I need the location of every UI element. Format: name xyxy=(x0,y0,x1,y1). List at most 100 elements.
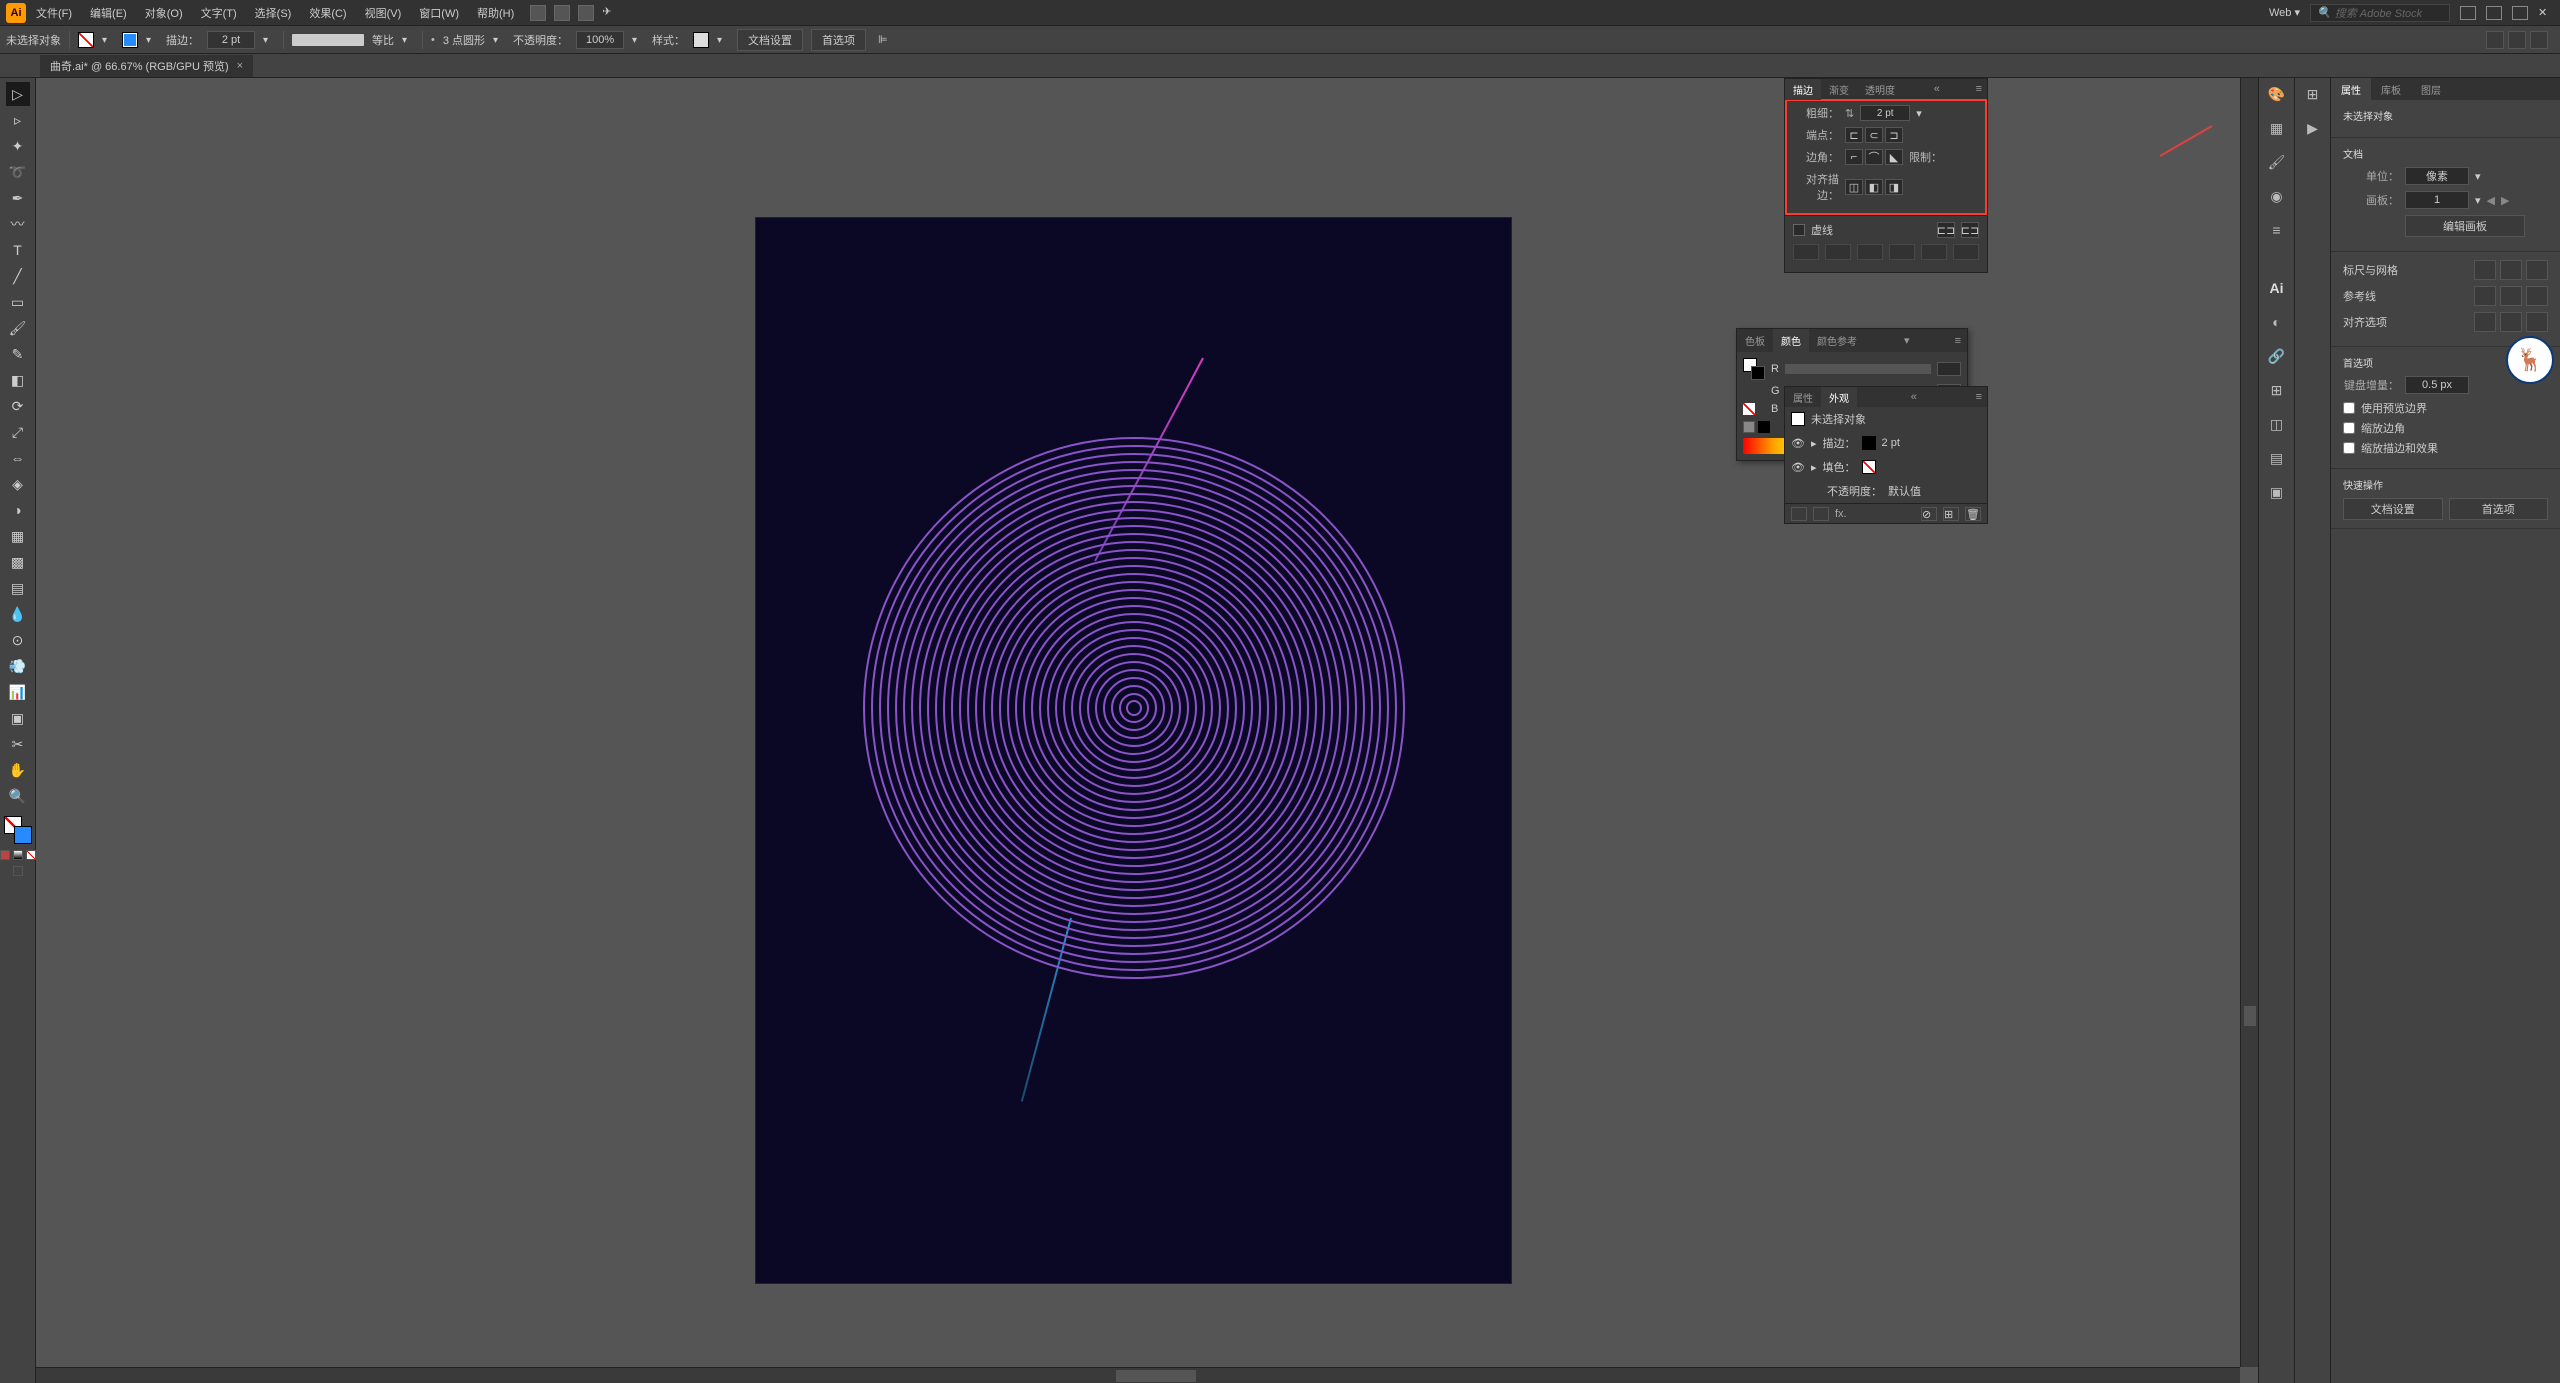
lasso-tool[interactable]: ➰ xyxy=(6,160,30,184)
scale-strokes-checkbox[interactable] xyxy=(2343,442,2355,454)
snap-grid-icon[interactable] xyxy=(2526,312,2548,332)
menu-view[interactable]: 视图(V) xyxy=(357,1,410,25)
appearance-opacity-value[interactable]: 默认值 xyxy=(1888,483,1921,499)
dock-symbols-icon[interactable]: ◉ xyxy=(2267,186,2287,206)
appearance-add-stroke-icon[interactable] xyxy=(1813,507,1829,521)
workspace-switcher[interactable]: Web ▾ xyxy=(2269,6,2300,19)
appearance-clear-icon[interactable]: ⊘ xyxy=(1921,507,1937,521)
horizontal-scrollbar[interactable] xyxy=(36,1367,2240,1383)
appearance-collapse-icon[interactable]: « xyxy=(1906,391,1922,403)
black-color-icon[interactable] xyxy=(1758,421,1770,433)
artboard-prev-icon[interactable]: ◀ xyxy=(2487,194,2495,207)
qa-doc-setup-button[interactable]: 文档设置 xyxy=(2343,498,2443,520)
color-fg-bg-swatch[interactable] xyxy=(1743,358,1765,380)
stroke-profile[interactable] xyxy=(292,34,364,46)
dock-brushes-icon[interactable]: 🖌 xyxy=(2267,152,2287,172)
color-tab[interactable]: 颜色 xyxy=(1773,329,1809,352)
artboard-next-icon[interactable]: ▶ xyxy=(2501,194,2509,207)
mesh-tool[interactable]: ▩ xyxy=(6,550,30,574)
appearance-expand-icon-2[interactable]: ▸ xyxy=(1811,461,1817,474)
scale-corners-checkbox[interactable] xyxy=(2343,422,2355,434)
rotate-tool[interactable]: ⟳ xyxy=(6,394,30,418)
document-tab-close-icon[interactable]: × xyxy=(237,60,243,72)
appearance-menu-icon[interactable]: ≡ xyxy=(1971,391,1987,403)
dock-asset-icon[interactable]: ▤ xyxy=(2267,448,2287,468)
stroke-weight-input[interactable]: 2 pt xyxy=(207,31,255,49)
none-mode-icon[interactable] xyxy=(26,850,36,860)
dock-actions-icon[interactable]: ▶ xyxy=(2303,118,2323,138)
graph-tool[interactable]: 📊 xyxy=(6,680,30,704)
panel-collapse-icon[interactable]: ▾ xyxy=(1898,334,1916,347)
units-dd-icon[interactable]: ▾ xyxy=(2475,170,2481,183)
screen-mode-icon[interactable] xyxy=(13,866,23,876)
stroke-menu-icon[interactable]: ≡ xyxy=(1971,83,1987,95)
options-extra-1[interactable] xyxy=(2486,31,2504,49)
dock-stroke-icon[interactable]: ≡ xyxy=(2267,220,2287,240)
direct-selection-tool[interactable]: ▹ xyxy=(6,108,30,132)
stroke-dropdown-icon[interactable] xyxy=(146,34,158,46)
dock-ai-icon[interactable]: Ai xyxy=(2267,278,2287,298)
dock-artboards-icon[interactable]: ▣ xyxy=(2267,482,2287,502)
menu-edit[interactable]: 编辑(E) xyxy=(82,1,135,25)
slice-tool[interactable]: ✂ xyxy=(6,732,30,756)
magic-wand-tool[interactable]: ✦ xyxy=(6,134,30,158)
last-color-icon[interactable] xyxy=(1743,421,1755,433)
brush-dd-icon[interactable] xyxy=(493,34,505,46)
fill-dropdown-icon[interactable] xyxy=(102,34,114,46)
symbol-sprayer-tool[interactable]: 💨 xyxy=(6,654,30,678)
opacity-dd-icon[interactable] xyxy=(632,34,644,46)
profile-dd-icon[interactable] xyxy=(402,34,414,46)
r-value[interactable] xyxy=(1937,362,1961,376)
selection-tool[interactable]: ▷ xyxy=(6,82,30,106)
appearance-expand-icon[interactable]: ▸ xyxy=(1811,437,1817,450)
cap-butt-icon[interactable]: ⊏ xyxy=(1845,127,1863,143)
scale-tool[interactable]: ⤢ xyxy=(6,420,30,444)
fill-swatch[interactable] xyxy=(78,32,94,48)
stroke-tab[interactable]: 描边 xyxy=(1785,79,1821,100)
dock-pathfinder-icon[interactable]: ◫ xyxy=(2267,414,2287,434)
vertical-scrollbar[interactable] xyxy=(2240,78,2258,1367)
fill-stroke-swatches[interactable] xyxy=(4,816,32,844)
opacity-input[interactable]: 100% xyxy=(576,31,624,49)
window-close-icon[interactable]: ✕ xyxy=(2538,6,2554,20)
options-extra-2[interactable] xyxy=(2508,31,2526,49)
props-tab[interactable]: 属性 xyxy=(2331,78,2371,101)
stock-icon[interactable] xyxy=(554,5,570,21)
shape-builder-tool[interactable]: ◑ xyxy=(6,498,30,522)
join-bevel-icon[interactable]: ◣ xyxy=(1885,149,1903,165)
options-extra-3[interactable] xyxy=(2530,31,2548,49)
transparency-grid-icon[interactable] xyxy=(2526,260,2548,280)
gradient-tool[interactable]: ▤ xyxy=(6,576,30,600)
appearance-props-tab[interactable]: 属性 xyxy=(1785,387,1821,408)
stock-search-input[interactable]: 🔍搜索 Adobe Stock xyxy=(2310,4,2450,22)
menu-file[interactable]: 文件(F) xyxy=(28,1,80,25)
guides-show-icon[interactable] xyxy=(2474,286,2496,306)
gradient-tab[interactable]: 渐变 xyxy=(1821,79,1857,100)
dock-properties-icon[interactable]: ⊞ xyxy=(2303,84,2323,104)
prefs-button[interactable]: 首选项 xyxy=(811,29,866,51)
eyedropper-tool[interactable]: 💧 xyxy=(6,602,30,626)
doc-setup-button[interactable]: 文档设置 xyxy=(737,29,803,51)
hand-tool[interactable]: ✋ xyxy=(6,758,30,782)
layers-tab[interactable]: 图层 xyxy=(2411,78,2451,101)
gradient-mode-icon[interactable] xyxy=(13,850,23,860)
cap-projecting-icon[interactable]: ⊐ xyxy=(1885,127,1903,143)
align-inside-icon[interactable]: ◧ xyxy=(1865,179,1883,195)
smart-guides-icon[interactable] xyxy=(2526,286,2548,306)
width-tool[interactable]: ⇔ xyxy=(6,446,30,470)
shaper-tool[interactable]: ✎ xyxy=(6,342,30,366)
menu-object[interactable]: 对象(O) xyxy=(137,1,191,25)
use-preview-bounds-checkbox[interactable] xyxy=(2343,402,2355,414)
dock-align-icon[interactable]: ⊞ xyxy=(2267,380,2287,400)
ruler-icon[interactable] xyxy=(2474,260,2496,280)
color-guide-tab[interactable]: 颜色参考 xyxy=(1809,329,1865,352)
visibility-icon[interactable]: 👁 xyxy=(1791,437,1805,450)
snap-pixel-icon[interactable] xyxy=(2474,312,2496,332)
none-color-icon[interactable] xyxy=(1743,403,1755,415)
appearance-new-icon[interactable] xyxy=(1791,507,1807,521)
snap-point-icon[interactable] xyxy=(2500,312,2522,332)
appearance-dup-icon[interactable]: ⊞ xyxy=(1943,507,1959,521)
join-miter-icon[interactable]: ⌐ xyxy=(1845,149,1863,165)
dock-links-icon[interactable]: 🔗 xyxy=(2267,346,2287,366)
dashed-checkbox[interactable] xyxy=(1793,224,1805,236)
